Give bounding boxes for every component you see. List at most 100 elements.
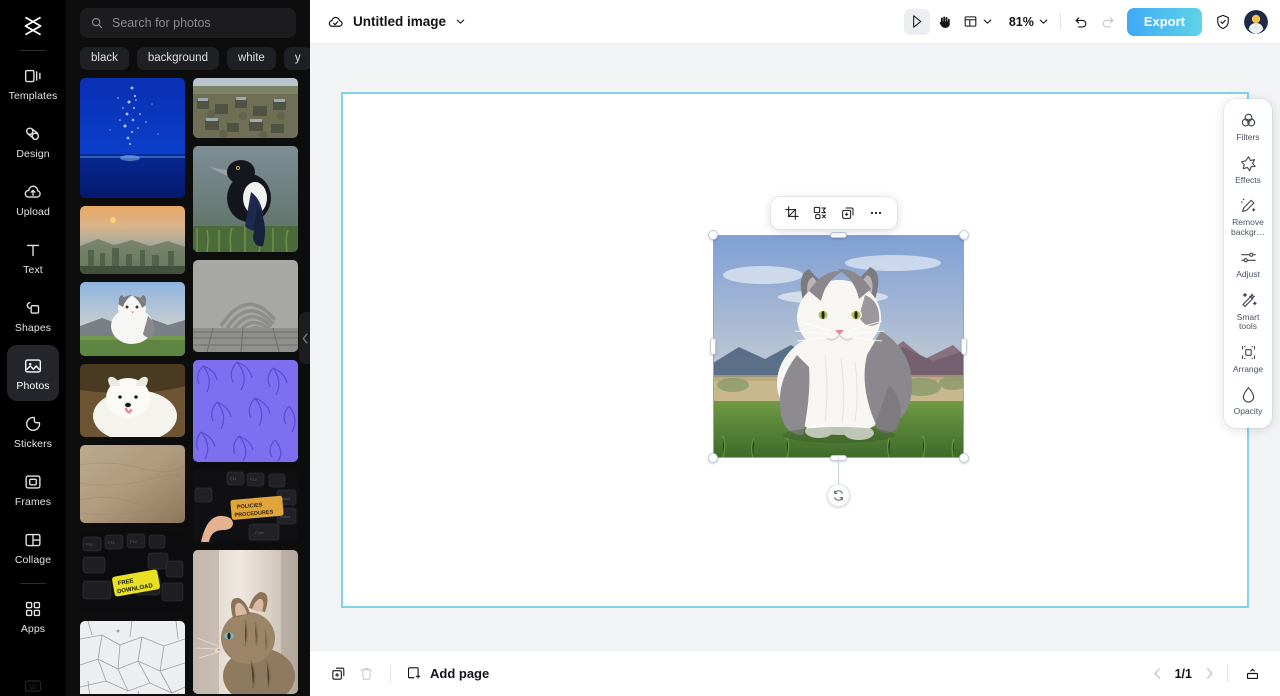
dock-item-arrange[interactable]: Arrange	[1225, 337, 1271, 380]
dock-item-label: Adjust	[1236, 269, 1260, 279]
thumbnail-policies-procedures-keyboard-key[interactable]: F11 F12 Insert Insert Enter POLICIES PROCED…	[193, 470, 298, 542]
document-title-menu[interactable]: Untitled image	[326, 12, 467, 31]
export-button[interactable]: Export	[1126, 7, 1202, 36]
resize-handle-bottom-left[interactable]	[708, 453, 718, 463]
sidebar-item-text[interactable]: Text	[7, 229, 59, 285]
dock-item-effects[interactable]: Effects	[1225, 148, 1271, 191]
crop-button[interactable]	[779, 200, 805, 226]
selected-object[interactable]	[708, 230, 969, 507]
duplicate-button[interactable]	[835, 200, 861, 226]
shield-check-icon[interactable]	[1210, 9, 1236, 35]
thumbnail-sunset-city-skyline[interactable]	[80, 206, 185, 274]
thumbnail-purple-leaf-pattern[interactable]	[193, 360, 298, 462]
zoom-control[interactable]: 81%	[1006, 9, 1052, 35]
thumbnail-free-download-keyboard-key[interactable]: F10 F11 F12 FREE DOWNLOAD	[80, 531, 185, 613]
thumbnail-blue-water-sparkle[interactable]	[80, 78, 185, 198]
svg-text:F12: F12	[250, 477, 258, 482]
canvas-area[interactable]: Page 1	[310, 44, 1280, 650]
dock-item-filters[interactable]: Filters	[1225, 105, 1271, 148]
thumbnail-brown-paper-texture[interactable]	[80, 445, 185, 523]
chip-black[interactable]: black	[80, 47, 129, 70]
chevron-down-icon[interactable]	[454, 15, 467, 28]
thumbnail-magpie-bird-in-grass[interactable]	[193, 146, 298, 252]
capcut-logo-icon[interactable]	[0, 8, 66, 44]
resize-handle-top-left[interactable]	[708, 230, 718, 240]
image-tools-dock: Filters Effects Remove backgr… Adjust Sm…	[1224, 99, 1272, 428]
dock-item-adjust[interactable]: Adjust	[1225, 242, 1271, 285]
thumbnail-white-samoyed-dog[interactable]	[80, 364, 185, 437]
add-page-button[interactable]: Add page	[401, 660, 493, 688]
chevron-down-icon[interactable]	[981, 15, 994, 28]
opacity-drop-icon	[1239, 385, 1258, 404]
chip-background[interactable]: background	[136, 47, 219, 70]
undo-button[interactable]	[1069, 9, 1095, 35]
chip-white[interactable]: white	[226, 47, 276, 70]
sidebar-item-collage[interactable]: Collage	[7, 519, 59, 575]
layout-tool-button[interactable]	[960, 9, 996, 35]
selected-image-cat[interactable]	[713, 235, 964, 458]
resize-handle-top-center[interactable]	[830, 232, 847, 238]
main-area: Untitled image 81% Export Filters Effect…	[310, 0, 1280, 696]
svg-text:Enter: Enter	[255, 530, 265, 535]
sidebar-item-frames[interactable]: Frames	[7, 461, 59, 517]
sidebar-item-shapes[interactable]: Shapes	[7, 287, 59, 343]
duplicate-page-button[interactable]	[324, 660, 352, 688]
expand-panel-button[interactable]	[1238, 660, 1266, 688]
sidebar-item-label: Shapes	[14, 321, 52, 334]
select-tool-button[interactable]	[903, 8, 930, 35]
cloud-saved-icon	[326, 12, 345, 31]
apps-grid-icon	[22, 598, 44, 620]
next-page-button[interactable]	[1202, 666, 1217, 681]
sidebar-item-photos[interactable]: Photos	[7, 345, 59, 401]
redo-button[interactable]	[1095, 9, 1121, 35]
sidebar-item-apps[interactable]: Apps	[7, 588, 59, 644]
chip-yellow-partial[interactable]: y	[283, 47, 310, 70]
keyboard-shortcuts-icon[interactable]	[0, 678, 66, 694]
adjust-sliders-icon	[1239, 248, 1258, 267]
photo-grid-column-right: F11 F12 Insert Insert Enter POLICIES PROCED…	[193, 78, 298, 694]
dock-item-label: Arrange	[1232, 363, 1264, 374]
cutout-button[interactable]	[807, 200, 833, 226]
thumbnail-fluffy-grey-white-cat[interactable]	[80, 282, 185, 356]
thumbnail-cracked-white-surface[interactable]	[80, 621, 185, 694]
search-input[interactable]	[112, 16, 286, 30]
dock-item-remove-background[interactable]: Remove backgr…	[1225, 190, 1271, 242]
panel-collapse-button[interactable]	[299, 312, 310, 364]
photos-icon	[22, 355, 44, 377]
smart-tools-icon	[1239, 291, 1258, 310]
frames-icon	[22, 471, 44, 493]
sidebar-item-label: Apps	[20, 622, 46, 635]
shapes-icon	[22, 297, 44, 319]
search-bar[interactable]	[80, 8, 296, 38]
more-options-button[interactable]	[863, 200, 889, 226]
thumbnail-tabby-cat-looking-up[interactable]	[193, 550, 298, 694]
object-context-toolbar	[771, 197, 897, 229]
design-icon	[22, 123, 44, 145]
resize-handle-top-right[interactable]	[959, 230, 969, 240]
sidebar-item-design[interactable]: Design	[7, 113, 59, 169]
hand-tool-button[interactable]	[932, 9, 958, 35]
dock-item-label: Smart tools	[1236, 311, 1260, 331]
sidebar-item-upload[interactable]: Upload	[7, 171, 59, 227]
sidebar-item-templates[interactable]: Templates	[7, 55, 59, 111]
sidebar-item-label: Collage	[14, 553, 52, 566]
stickers-icon	[22, 413, 44, 435]
sidebar-item-stickers[interactable]: Stickers	[7, 403, 59, 459]
chevron-down-icon[interactable]	[1037, 15, 1050, 28]
resize-handle-middle-left[interactable]	[710, 338, 716, 355]
dock-item-smart-tools[interactable]: Smart tools	[1225, 285, 1271, 337]
user-avatar[interactable]	[1244, 9, 1268, 34]
rotate-connector	[838, 458, 839, 486]
rotate-handle[interactable]	[827, 484, 850, 507]
resize-handle-middle-right[interactable]	[961, 338, 967, 355]
dock-item-opacity[interactable]: Opacity	[1225, 379, 1271, 422]
sidebar-item-label: Stickers	[13, 437, 53, 450]
svg-text:F10: F10	[86, 542, 94, 547]
photo-grid-column-left: F10 F11 F12 FREE DOWNLOAD	[80, 78, 185, 694]
thumbnail-aerial-suburb-neighborhood[interactable]	[193, 78, 298, 138]
resize-handle-bottom-right[interactable]	[959, 453, 969, 463]
thumbnail-grey-wood-arch-texture[interactable]	[193, 260, 298, 352]
prev-page-button[interactable]	[1150, 666, 1165, 681]
rail-divider-top	[20, 50, 46, 51]
delete-page-button[interactable]	[352, 660, 380, 688]
